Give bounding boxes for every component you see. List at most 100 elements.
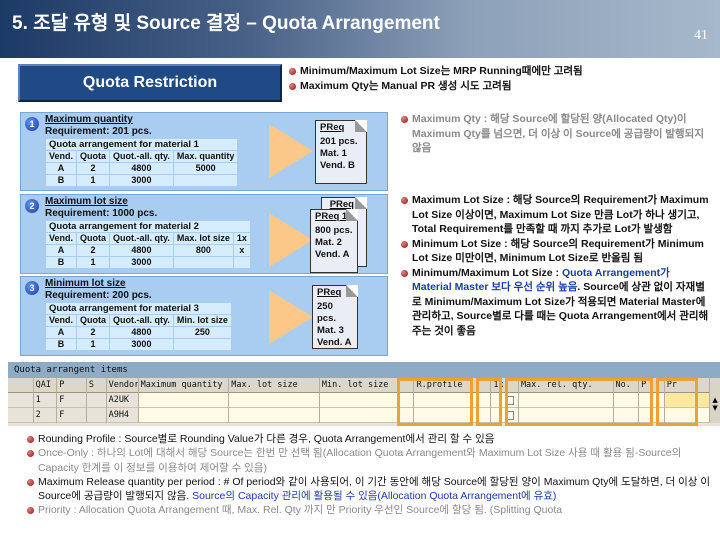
table-column: QAI 1 2 xyxy=(33,378,58,423)
column-header[interactable]: Max. lot size xyxy=(229,378,319,393)
highlight-priority xyxy=(656,378,698,426)
arrow-right-icon xyxy=(269,290,313,344)
table-column: Vendor A2UK A9H4 xyxy=(106,378,139,423)
page-number: 41 xyxy=(694,28,708,43)
quota-table-cell: B xyxy=(44,338,78,351)
quota-table-cell: A xyxy=(44,326,78,339)
panel-requirement: Requirement: 200 pcs. xyxy=(45,290,152,301)
bullet-dot-icon xyxy=(401,197,408,204)
column-header[interactable]: Maximum quantity xyxy=(138,378,229,393)
table-cell[interactable] xyxy=(229,408,319,423)
vertical-scrollbar[interactable]: ▲ ▼ xyxy=(710,378,720,423)
panel-requirement: Requirement: 201 pcs. xyxy=(45,126,152,137)
table-column: S xyxy=(86,378,107,423)
quota-table-cell: A xyxy=(44,244,78,257)
panel-requirement: Requirement: 1000 pcs. xyxy=(45,208,158,219)
scroll-up-icon[interactable]: ▲ xyxy=(710,396,720,404)
quota-table-cell: Max. quantity xyxy=(172,150,239,163)
panel-title: Maximum quantity xyxy=(45,114,133,125)
bullet-dot-icon xyxy=(401,116,408,123)
number-badge: 2 xyxy=(25,199,39,213)
table-cell[interactable] xyxy=(138,408,229,423)
page-fold-icon xyxy=(355,197,367,209)
table-cell[interactable]: A2UK xyxy=(106,393,138,408)
bullet-max-qty: Maximum Qty : 해당 Source에 할당된 양(Allocated… xyxy=(400,112,710,156)
quota-table-cell: 3000 xyxy=(109,256,174,269)
table-cell[interactable] xyxy=(86,393,106,408)
quota-table-cell: Quot.-all. qty. xyxy=(109,150,174,163)
table-cell[interactable]: F xyxy=(57,408,86,423)
purchase-requisition-doc: PReq 1 800 pcs. Mat. 2 Vend. A xyxy=(310,209,358,273)
quota-table-cell: Min. lot size xyxy=(172,314,232,327)
top-bullet-list: Minimum/Maximum Lot Size는 MRP Running때에만… xyxy=(288,64,583,94)
bullet-dot-icon xyxy=(401,240,408,248)
quota-table-cell: 2 xyxy=(76,244,111,257)
bullet-lot-sizes: Maximum Lot Size : 해당 Source의 Requiremen… xyxy=(400,193,710,361)
table-column: PFF xyxy=(57,378,87,423)
quota-table-cell: 1 xyxy=(76,174,111,187)
quota-table-cell: B xyxy=(44,256,78,269)
table-cell[interactable] xyxy=(86,408,106,423)
column-header[interactable]: S xyxy=(86,378,106,393)
quota-table-cell: 4800 xyxy=(109,326,174,339)
bullet-dot-icon xyxy=(27,436,34,443)
quota-table: Quota arrangement for material 3 Vend. Qu… xyxy=(44,302,232,351)
bullet-dot-icon xyxy=(27,478,34,486)
quota-table-cell: Quota arrangement for material 2 xyxy=(45,220,251,233)
quota-table-cell xyxy=(172,256,234,269)
quota-table-cell: Quota arrangement for material 1 xyxy=(44,138,239,151)
panel-maximum-lot-size: 2 Maximum lot size Requirement: 1000 pcs… xyxy=(20,194,388,274)
quota-table-cell: 250 xyxy=(172,326,232,339)
quota-table-cell: Vend. xyxy=(44,314,78,327)
quota-table-cell: 3000 xyxy=(109,174,174,187)
quota-table-cell: 2 xyxy=(76,162,111,175)
quota-table-cell: B xyxy=(44,174,78,187)
quota-table-cell: Quota arrangement for material 3 xyxy=(45,302,232,315)
quota-table-cell: A xyxy=(44,162,78,175)
panel-title: Minimum lot size xyxy=(45,278,126,289)
quota-table-cell: 2 xyxy=(76,326,111,339)
table-column: Max. lot size xyxy=(229,378,320,423)
bullet-dot-icon xyxy=(289,83,296,90)
quota-table-cell: Quot.-all. qty. xyxy=(109,314,174,327)
quota-restriction-box: Quota Restriction xyxy=(18,64,282,102)
quota-table-cell: Quota xyxy=(76,314,111,327)
column-header[interactable]: Vendor xyxy=(106,378,138,393)
table-cell[interactable]: 2 xyxy=(33,408,57,423)
quota-table-cell: Vend. xyxy=(44,232,78,245)
quota-table-cell: 800 xyxy=(172,244,234,257)
quota-table-cell: 5000 xyxy=(172,162,239,175)
column-header[interactable]: P xyxy=(57,378,86,393)
quota-table-cell: Quot.-all. qty. xyxy=(109,232,174,245)
table-cell[interactable] xyxy=(138,393,229,408)
quota-table-cell: 4800 xyxy=(109,244,174,257)
page-fold-icon xyxy=(346,285,358,297)
table-cell[interactable]: 1 xyxy=(33,393,57,408)
quota-table-cell xyxy=(172,338,232,351)
row-selector[interactable] xyxy=(8,393,33,408)
table-cell[interactable]: F xyxy=(57,393,86,408)
quota-table-cell: Max. lot size xyxy=(172,232,234,245)
quota-table-cell: Quota xyxy=(76,232,111,245)
quota-table-cell xyxy=(232,256,251,269)
slide-header: 5. 조달 유형 및 Source 결정 – Quota Arrangement… xyxy=(0,0,720,58)
arrow-right-icon xyxy=(269,124,313,178)
page-fold-icon xyxy=(355,120,367,132)
highlight-max-rel-qty xyxy=(505,378,653,426)
row-selector[interactable] xyxy=(8,408,33,423)
table-cell[interactable] xyxy=(229,393,319,408)
bullet-dot-icon xyxy=(289,68,296,75)
column-header[interactable]: QAI xyxy=(33,378,57,393)
row-selector-column xyxy=(8,378,34,423)
quota-table: Quota arrangement for material 2 Vend. Qu… xyxy=(44,220,251,269)
scroll-down-icon[interactable]: ▼ xyxy=(710,404,720,412)
quota-table-cell: 1 xyxy=(76,338,111,351)
quota-table-cell: x xyxy=(232,244,251,257)
table-column: Maximum quantity xyxy=(138,378,230,423)
table-cell[interactable]: A9H4 xyxy=(106,408,138,423)
quota-table-cell: Vend. xyxy=(44,150,78,163)
quota-table: Quota arrangement for material 1 Vend. Qu… xyxy=(44,138,239,187)
number-badge: 3 xyxy=(25,281,39,295)
quota-table-cell xyxy=(172,174,239,187)
page-fold-icon xyxy=(346,209,358,221)
